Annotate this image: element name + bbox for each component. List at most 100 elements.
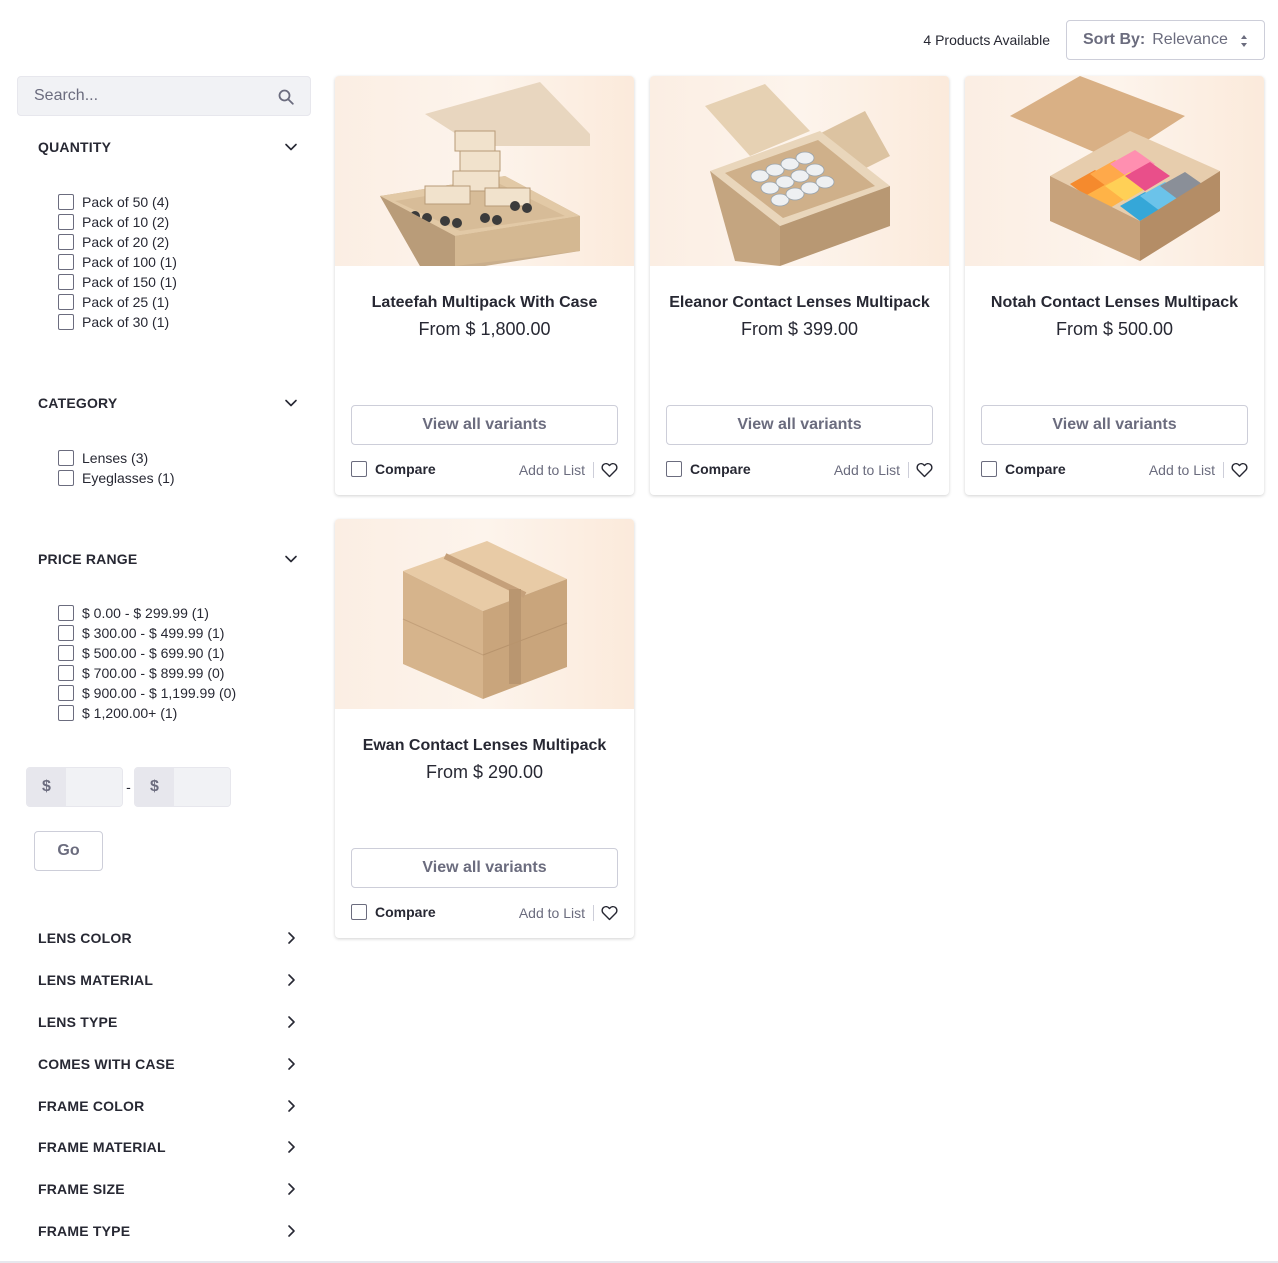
product-name[interactable]: Notah Contact Lenses Multipack bbox=[965, 294, 1264, 312]
checkbox[interactable] bbox=[58, 645, 74, 661]
facet-frame-type-toggle[interactable]: FRAME TYPE bbox=[38, 1221, 298, 1241]
facet-lens-type-toggle[interactable]: LENS TYPE bbox=[38, 1012, 298, 1032]
product-price: From $ 290.00 bbox=[425, 762, 544, 782]
option-label: Eyeglasses (1) bbox=[82, 470, 175, 486]
chevron-right-icon bbox=[288, 932, 295, 944]
option-label: Lenses (3) bbox=[82, 450, 149, 466]
checkbox[interactable] bbox=[58, 685, 74, 701]
chevron-down-icon bbox=[285, 143, 297, 151]
product-name[interactable]: Lateefah Multipack With Case bbox=[335, 294, 634, 312]
facet-frame-color-toggle[interactable]: FRAME COLOR bbox=[38, 1096, 298, 1116]
chevron-right-icon bbox=[288, 1100, 295, 1112]
filter-option[interactable]: Pack of 150 (1) bbox=[58, 272, 177, 292]
checkbox[interactable] bbox=[58, 234, 74, 250]
filter-option[interactable]: Pack of 25 (1) bbox=[58, 292, 177, 312]
checkbox[interactable] bbox=[58, 665, 74, 681]
filter-option[interactable]: Pack of 20 (2) bbox=[58, 232, 177, 252]
facet-title: PRICE RANGE bbox=[38, 551, 138, 567]
add-to-list-link[interactable]: Add to List bbox=[834, 461, 900, 479]
option-label: $ 500.00 - $ 699.90 (1) bbox=[82, 645, 225, 661]
heart-icon[interactable] bbox=[601, 462, 618, 478]
product-card: Ewan Contact Lenses Multipack From $ 290… bbox=[335, 519, 634, 938]
filter-option[interactable]: Eyeglasses (1) bbox=[58, 468, 175, 488]
option-label: Pack of 30 (1) bbox=[82, 314, 170, 330]
filter-option[interactable]: Pack of 10 (2) bbox=[58, 212, 177, 232]
filter-option[interactable]: $ 1,200.00+ (1) bbox=[58, 703, 236, 723]
chevron-right-icon bbox=[288, 1225, 295, 1237]
facet-lens-material-toggle[interactable]: LENS MATERIAL bbox=[38, 970, 298, 990]
facet-quantity-toggle[interactable]: QUANTITY bbox=[38, 137, 298, 157]
filter-option[interactable]: Pack of 100 (1) bbox=[58, 252, 177, 272]
checkbox[interactable] bbox=[58, 450, 74, 466]
heart-icon[interactable] bbox=[601, 905, 618, 921]
filter-option[interactable]: Lenses (3) bbox=[58, 448, 175, 468]
chevron-right-icon bbox=[288, 1183, 295, 1195]
option-label: $ 0.00 - $ 299.99 (1) bbox=[82, 605, 209, 621]
checkbox[interactable] bbox=[58, 194, 74, 210]
filter-option[interactable]: $ 0.00 - $ 299.99 (1) bbox=[58, 603, 236, 623]
option-label: $ 900.00 - $ 1,199.99 (0) bbox=[82, 685, 237, 701]
option-label: $ 1,200.00+ (1) bbox=[82, 705, 178, 721]
compare-toggle[interactable]: Compare bbox=[666, 461, 751, 477]
checkbox[interactable] bbox=[58, 605, 74, 621]
heart-icon[interactable] bbox=[916, 462, 933, 478]
product-name[interactable]: Eleanor Contact Lenses Multipack bbox=[650, 294, 949, 312]
checkbox[interactable] bbox=[58, 254, 74, 270]
compare-toggle[interactable]: Compare bbox=[351, 461, 436, 477]
product-name[interactable]: Ewan Contact Lenses Multipack bbox=[335, 737, 634, 755]
checkbox[interactable] bbox=[58, 294, 74, 310]
sort-caret-icon bbox=[1241, 35, 1247, 47]
option-label: Pack of 100 (1) bbox=[82, 254, 177, 270]
filter-option[interactable]: $ 300.00 - $ 499.99 (1) bbox=[58, 623, 236, 643]
chevron-down-icon bbox=[285, 399, 297, 407]
checkbox[interactable] bbox=[58, 314, 74, 330]
checkbox[interactable] bbox=[58, 625, 74, 641]
compare-toggle[interactable]: Compare bbox=[981, 461, 1066, 477]
compare-label: Compare bbox=[375, 904, 436, 920]
add-to-list-link[interactable]: Add to List bbox=[519, 904, 585, 922]
search-icon[interactable] bbox=[278, 89, 294, 105]
filter-option[interactable]: $ 700.00 - $ 899.99 (0) bbox=[58, 663, 236, 683]
product-image[interactable] bbox=[335, 76, 634, 266]
view-all-variants-button[interactable]: View all variants bbox=[981, 405, 1248, 445]
option-label: Pack of 20 (2) bbox=[82, 234, 170, 250]
product-price: From $ 399.00 bbox=[740, 319, 859, 339]
facet-frame-material-toggle[interactable]: FRAME MATERIAL bbox=[38, 1137, 298, 1157]
facet-price-range-toggle[interactable]: PRICE RANGE bbox=[38, 549, 298, 569]
product-image[interactable] bbox=[650, 76, 949, 266]
search-input[interactable] bbox=[18, 87, 268, 105]
facet-frame-size-toggle[interactable]: FRAME SIZE bbox=[38, 1179, 298, 1199]
option-label: Pack of 25 (1) bbox=[82, 294, 170, 310]
filter-option[interactable]: $ 900.00 - $ 1,199.99 (0) bbox=[58, 683, 236, 703]
compare-toggle[interactable]: Compare bbox=[351, 904, 436, 920]
search-box bbox=[17, 76, 311, 116]
checkbox[interactable] bbox=[981, 461, 997, 477]
facet-lens-color-toggle[interactable]: LENS COLOR bbox=[38, 928, 298, 948]
checkbox[interactable] bbox=[351, 461, 367, 477]
min-price-input[interactable] bbox=[66, 768, 122, 806]
checkbox[interactable] bbox=[351, 904, 367, 920]
checkbox[interactable] bbox=[666, 461, 682, 477]
add-to-list-link[interactable]: Add to List bbox=[519, 461, 585, 479]
checkbox[interactable] bbox=[58, 705, 74, 721]
view-all-variants-button[interactable]: View all variants bbox=[351, 405, 618, 445]
filter-option[interactable]: Pack of 30 (1) bbox=[58, 312, 177, 332]
view-all-variants-button[interactable]: View all variants bbox=[351, 848, 618, 888]
facet-comes-with-case-toggle[interactable]: COMES WITH CASE bbox=[38, 1054, 298, 1074]
filter-option[interactable]: Pack of 50 (4) bbox=[58, 192, 177, 212]
add-to-list-link[interactable]: Add to List bbox=[1149, 461, 1215, 479]
compare-label: Compare bbox=[375, 461, 436, 477]
filter-option[interactable]: $ 500.00 - $ 699.90 (1) bbox=[58, 643, 236, 663]
facet-category-toggle[interactable]: CATEGORY bbox=[38, 393, 298, 413]
checkbox[interactable] bbox=[58, 274, 74, 290]
sort-dropdown[interactable]: Sort By: Relevance bbox=[1066, 20, 1265, 60]
checkbox[interactable] bbox=[58, 470, 74, 486]
heart-icon[interactable] bbox=[1231, 462, 1248, 478]
view-all-variants-button[interactable]: View all variants bbox=[666, 405, 933, 445]
product-image[interactable] bbox=[965, 76, 1264, 266]
product-card: Eleanor Contact Lenses Multipack From $ … bbox=[650, 76, 949, 495]
checkbox[interactable] bbox=[58, 214, 74, 230]
product-image[interactable] bbox=[335, 519, 634, 709]
max-price-input[interactable] bbox=[174, 768, 230, 806]
go-button[interactable]: Go bbox=[34, 831, 103, 871]
